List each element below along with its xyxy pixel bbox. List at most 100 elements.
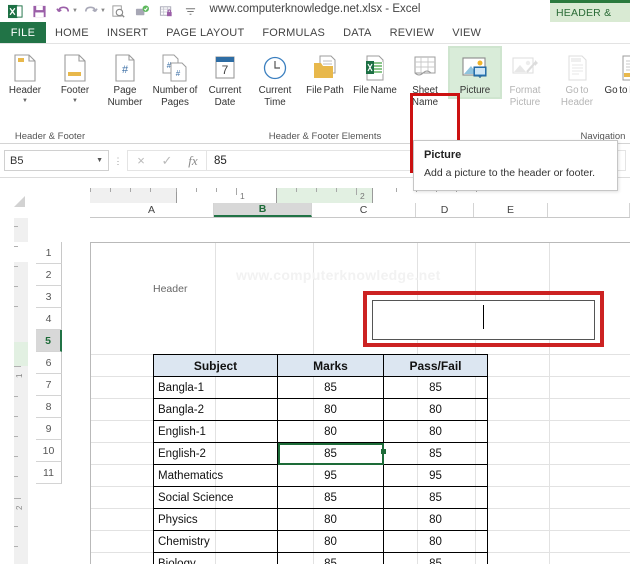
cell-marks[interactable]: 80 bbox=[277, 398, 384, 421]
cell-subject[interactable]: Bangla-2 bbox=[153, 398, 278, 421]
cell-subject[interactable]: Chemistry bbox=[153, 530, 278, 553]
row-header-2[interactable]: 2 bbox=[36, 264, 62, 286]
cell-passfail[interactable]: 80 bbox=[383, 508, 488, 531]
go-to-header-icon bbox=[564, 51, 590, 85]
cell-passfail[interactable]: 80 bbox=[383, 420, 488, 443]
table-row[interactable]: Mathematics 95 95 bbox=[153, 464, 488, 487]
undo-dropdown-icon[interactable]: ▼ bbox=[72, 8, 78, 14]
redo-dropdown-icon[interactable]: ▼ bbox=[100, 8, 106, 14]
row-header-10[interactable]: 10 bbox=[36, 440, 62, 462]
footer-dropdown-icon[interactable]: ▼ bbox=[72, 98, 78, 105]
column-header-f[interactable] bbox=[548, 203, 630, 217]
column-header-a[interactable]: A bbox=[90, 203, 214, 217]
tab-review[interactable]: REVIEW bbox=[381, 22, 444, 43]
header-button[interactable]: Header ▼ bbox=[0, 48, 50, 105]
file-name-button[interactable]: File Name bbox=[350, 48, 400, 97]
go-to-footer-button[interactable]: Go to Footer bbox=[604, 48, 630, 97]
column-header-c[interactable]: C bbox=[312, 203, 416, 217]
cell-marks[interactable]: 95 bbox=[277, 464, 384, 487]
column-header-b[interactable]: B bbox=[214, 203, 312, 217]
picture-button[interactable]: Picture bbox=[448, 46, 502, 99]
cell-subject[interactable]: Social Science bbox=[153, 486, 278, 509]
insert-function-icon[interactable]: fx bbox=[180, 151, 206, 170]
cell-passfail[interactable]: 85 bbox=[383, 376, 488, 399]
tab-data[interactable]: DATA bbox=[334, 22, 381, 43]
tab-insert[interactable]: INSERT bbox=[98, 22, 157, 43]
row-header-11[interactable]: 11 bbox=[36, 462, 62, 484]
cell-marks[interactable]: 85 bbox=[277, 376, 384, 399]
cell-subject[interactable]: Mathematics bbox=[153, 464, 278, 487]
cell-passfail[interactable]: 85 bbox=[383, 486, 488, 509]
row-header-8[interactable]: 8 bbox=[36, 396, 62, 418]
chevron-down-icon[interactable]: ▼ bbox=[96, 157, 103, 164]
tab-home[interactable]: HOME bbox=[46, 22, 98, 43]
cell-marks[interactable]: 80 bbox=[277, 530, 384, 553]
spelling-icon[interactable] bbox=[132, 1, 154, 21]
cell-subject[interactable]: Bangla-1 bbox=[153, 376, 278, 399]
protect-sheet-icon[interactable] bbox=[156, 1, 178, 21]
cell-marks[interactable]: 85 bbox=[277, 552, 384, 564]
current-time-button[interactable]: Current Time bbox=[250, 48, 300, 108]
current-date-button[interactable]: 7 Current Date bbox=[200, 48, 250, 108]
column-header-e[interactable]: E bbox=[474, 203, 548, 217]
cell-passfail[interactable]: 80 bbox=[383, 530, 488, 553]
row-header-1[interactable]: 1 bbox=[36, 242, 62, 264]
tab-page-layout[interactable]: PAGE LAYOUT bbox=[157, 22, 253, 43]
table-row[interactable]: Bangla-2 80 80 bbox=[153, 398, 488, 421]
go-to-footer-button-label: Go to Footer bbox=[604, 85, 630, 96]
cell-subject[interactable]: Biology bbox=[153, 552, 278, 564]
tab-view[interactable]: VIEW bbox=[443, 22, 490, 43]
table-row[interactable]: Social Science 85 85 bbox=[153, 486, 488, 509]
formula-bar-grip[interactable]: ⋮ bbox=[109, 156, 127, 165]
cell-marks[interactable]: 85 bbox=[277, 486, 384, 509]
row-header-3[interactable]: 3 bbox=[36, 286, 62, 308]
tab-file[interactable]: FILE bbox=[0, 22, 46, 43]
cancel-icon[interactable]: × bbox=[128, 151, 154, 170]
header-edit-box[interactable] bbox=[372, 300, 595, 340]
file-path-button[interactable]: File Path bbox=[300, 48, 350, 97]
header-button-label: Header bbox=[8, 85, 42, 96]
save-icon[interactable] bbox=[28, 1, 50, 21]
row-header-7[interactable]: 7 bbox=[36, 374, 62, 396]
page-layout-sheet: www.computerknowledge.net Header Subject… bbox=[90, 242, 630, 564]
table-row[interactable]: English-1 80 80 bbox=[153, 420, 488, 443]
selection-fill-handle[interactable] bbox=[381, 449, 386, 454]
cell-passfail[interactable]: 85 bbox=[383, 442, 488, 465]
contextual-tab-header-footer-tools[interactable]: HEADER & bbox=[550, 0, 630, 22]
cell-subject[interactable]: English-1 bbox=[153, 420, 278, 443]
number-of-pages-button[interactable]: # # Number of Pages bbox=[150, 48, 200, 108]
cell-passfail[interactable]: 80 bbox=[383, 398, 488, 421]
row-header-9[interactable]: 9 bbox=[36, 418, 62, 440]
customize-qat-icon[interactable] bbox=[180, 1, 202, 21]
cell-subject[interactable]: Physics bbox=[153, 508, 278, 531]
row-header-6[interactable]: 6 bbox=[36, 352, 62, 374]
footer-button[interactable]: Footer ▼ bbox=[50, 48, 100, 105]
redo-icon[interactable] bbox=[80, 1, 102, 21]
table-row[interactable]: Bangla-1 85 85 bbox=[153, 376, 488, 399]
table-row[interactable]: Biology 85 85 bbox=[153, 552, 488, 564]
select-all-corner[interactable] bbox=[14, 196, 25, 207]
page-number-button[interactable]: # Page Number bbox=[100, 48, 150, 108]
ruler-margin-marker-right[interactable] bbox=[372, 188, 373, 204]
cell-marks-selected[interactable]: 85 bbox=[277, 442, 384, 465]
cell-marks[interactable]: 80 bbox=[277, 420, 384, 443]
table-row[interactable]: English-2 85 85 bbox=[153, 442, 488, 465]
table-row[interactable]: Chemistry 80 80 bbox=[153, 530, 488, 553]
cell-passfail[interactable]: 95 bbox=[383, 464, 488, 487]
ruler-margin-marker-mid[interactable] bbox=[276, 188, 277, 204]
undo-icon[interactable] bbox=[52, 1, 74, 21]
table-row[interactable]: Physics 80 80 bbox=[153, 508, 488, 531]
row-header-4[interactable]: 4 bbox=[36, 308, 62, 330]
cell-passfail[interactable]: 85 bbox=[383, 552, 488, 564]
picture-button-label: Picture bbox=[459, 85, 491, 96]
row-header-5[interactable]: 5 bbox=[36, 330, 62, 352]
cell-marks[interactable]: 80 bbox=[277, 508, 384, 531]
cell-subject[interactable]: English-2 bbox=[153, 442, 278, 465]
enter-check-icon[interactable]: ✓ bbox=[154, 151, 180, 170]
sheet-name-button[interactable]: Sheet Name bbox=[400, 48, 450, 108]
name-box[interactable]: B5 ▼ bbox=[4, 150, 109, 171]
column-header-d[interactable]: D bbox=[416, 203, 474, 217]
tab-formulas[interactable]: FORMULAS bbox=[253, 22, 334, 43]
header-dropdown-icon[interactable]: ▼ bbox=[22, 98, 28, 105]
print-preview-icon[interactable] bbox=[108, 1, 130, 21]
